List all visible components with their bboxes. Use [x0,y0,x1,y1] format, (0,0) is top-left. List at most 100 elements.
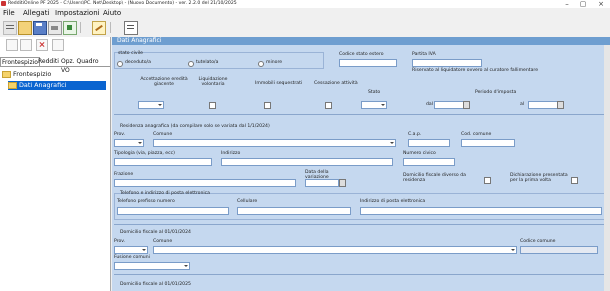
cod-comune-label: Cod. comune [461,132,492,137]
cessazione-label: Cessazione attività [314,81,358,86]
menu-bar: File Allegati Impostazioni Aiuto [0,9,610,18]
tree-item-frontespizio[interactable]: Frontespizio [2,70,51,79]
immobili-checkbox[interactable] [264,102,271,109]
codice-comune-label: Codice comune [520,239,556,244]
dichiarazione-prima-label: Dichiarazione presentata per la prima vo… [510,173,568,183]
dal-calendar-icon[interactable] [463,101,470,109]
close-icon[interactable]: × [594,0,608,8]
cap-input[interactable] [408,139,450,147]
edit-icon[interactable] [92,21,106,35]
dichiarazione-prima-checkbox[interactable] [571,177,578,184]
al-calendar-icon[interactable] [557,101,564,109]
nav-refresh-icon[interactable] [52,39,64,51]
codice-stato-estero-label: Codice stato estero [339,52,384,57]
domicilio-2025-title: Domicilio fiscale al 01/01/2025 [120,282,191,287]
comune-label: Comune [153,132,173,137]
save-icon[interactable] [33,21,47,35]
dal-label: dal [426,102,434,107]
tree-item-dati-anagrafici[interactable]: Dati Anagrafici [8,81,106,90]
section-separator [114,224,608,225]
cap-label: C.a.p. [408,132,422,137]
stato-civile-label: stato civile [118,51,143,56]
app-icon [1,1,6,6]
numero-civico-label: Numero civico [403,151,436,156]
periodo-label: Periodo d'imposta [475,90,517,95]
section-separator [114,114,608,115]
indirizzo-label: Indirizzo [221,151,241,156]
contatti-title: Telefono e indirizzo di posta elettronic… [120,191,210,196]
folder-icon [8,81,17,89]
email-input[interactable] [360,207,602,215]
numero-civico-input[interactable] [403,158,455,166]
window-title: RedditiOnline PF 2025 - C:\Users\PC. Net… [8,1,237,6]
telefono-label: Telefono prefisso numero [117,199,175,204]
liquidazione-label: Liquidazione volontaria [198,77,228,87]
dal-date-input[interactable] [434,101,464,109]
stato-label: Stato [368,90,381,95]
accettazione-label: Accettazione eredità giacente [140,77,188,87]
deceduto-radio[interactable] [117,61,123,67]
menu-allegati[interactable]: Allegati [23,9,49,18]
prov-2024-label: Prov. [114,239,126,244]
cellulare-label: Cellulare [237,199,258,204]
tutelato-label: tutelato/a [196,60,219,65]
minore-label: minore [266,60,283,65]
data-variazione-input[interactable] [305,179,339,187]
minimize-icon[interactable]: – [560,0,574,8]
tipologia-input[interactable] [114,158,212,166]
menu-aiuto[interactable]: Aiuto [103,9,121,18]
title-bar: RedditiOnline PF 2025 - C:\Users\PC. Net… [0,0,610,8]
navigation-pane: Frontespizio Redditi Opz. Quadro VO Fron… [0,37,111,291]
fusione-dropdown[interactable] [114,262,190,270]
telefono-input[interactable] [117,207,229,215]
frazione-input[interactable] [114,179,296,187]
comune-dropdown[interactable] [153,139,396,147]
toolbar-separator [110,22,111,33]
comune-2024-dropdown[interactable] [153,246,517,254]
nav-copy-icon[interactable] [20,39,32,51]
prov-dropdown[interactable] [114,139,144,147]
minore-radio[interactable] [258,61,264,67]
cod-comune-input[interactable] [461,139,515,147]
nav-tabs: Frontespizio Redditi Opz. Quadro VO [0,57,110,74]
nav-delete-icon[interactable] [36,39,48,51]
al-date-input[interactable] [528,101,558,109]
partita-iva-label: Partita IVA [412,52,436,57]
liquidazione-checkbox[interactable] [209,102,216,109]
tab-redditi[interactable]: Redditi [37,57,60,66]
toolbar [0,19,610,36]
riservato-label: Riservato al liquidatore ovvero al curat… [412,68,539,73]
frazione-label: Frazione [114,172,134,177]
domicilio-diverso-checkbox[interactable] [484,177,491,184]
fusione-label: Fusione comuni [114,255,150,260]
print-icon[interactable] [48,21,62,35]
maximize-icon[interactable]: ▢ [576,0,590,8]
indirizzo-input[interactable] [221,158,393,166]
new-document-icon[interactable] [3,21,17,35]
nav-add-icon[interactable] [6,39,18,51]
partita-iva-input[interactable] [412,59,482,67]
cessazione-checkbox[interactable] [325,102,332,109]
open-folder-icon[interactable] [18,21,32,35]
document-icon[interactable] [124,21,138,35]
codice-comune-input[interactable] [520,246,598,254]
folder-icon [2,70,11,78]
email-label: Indirizzo di posta elettronica [360,199,426,204]
codice-stato-estero-input[interactable] [339,59,397,67]
export-icon[interactable] [63,21,77,35]
stato-dropdown[interactable] [361,101,387,109]
section-separator [114,274,608,275]
deceduto-label: deceduto/a [125,60,151,65]
data-variazione-calendar-icon[interactable] [339,179,346,187]
toolbar-separator [80,22,81,33]
tutelato-radio[interactable] [188,61,194,67]
tipologia-label: Tipologia (via, piazza, ecc) [114,151,175,156]
prov-2024-dropdown[interactable] [114,246,148,254]
vertical-scrollbar[interactable] [604,45,610,291]
menu-file[interactable]: File [3,9,15,18]
al-label: al [520,102,525,107]
accettazione-dropdown[interactable] [138,101,164,109]
menu-impostazioni[interactable]: Impostazioni [55,9,100,18]
tab-opz-quadro-vo[interactable]: Opz. Quadro VO [60,57,110,74]
cellulare-input[interactable] [237,207,351,215]
